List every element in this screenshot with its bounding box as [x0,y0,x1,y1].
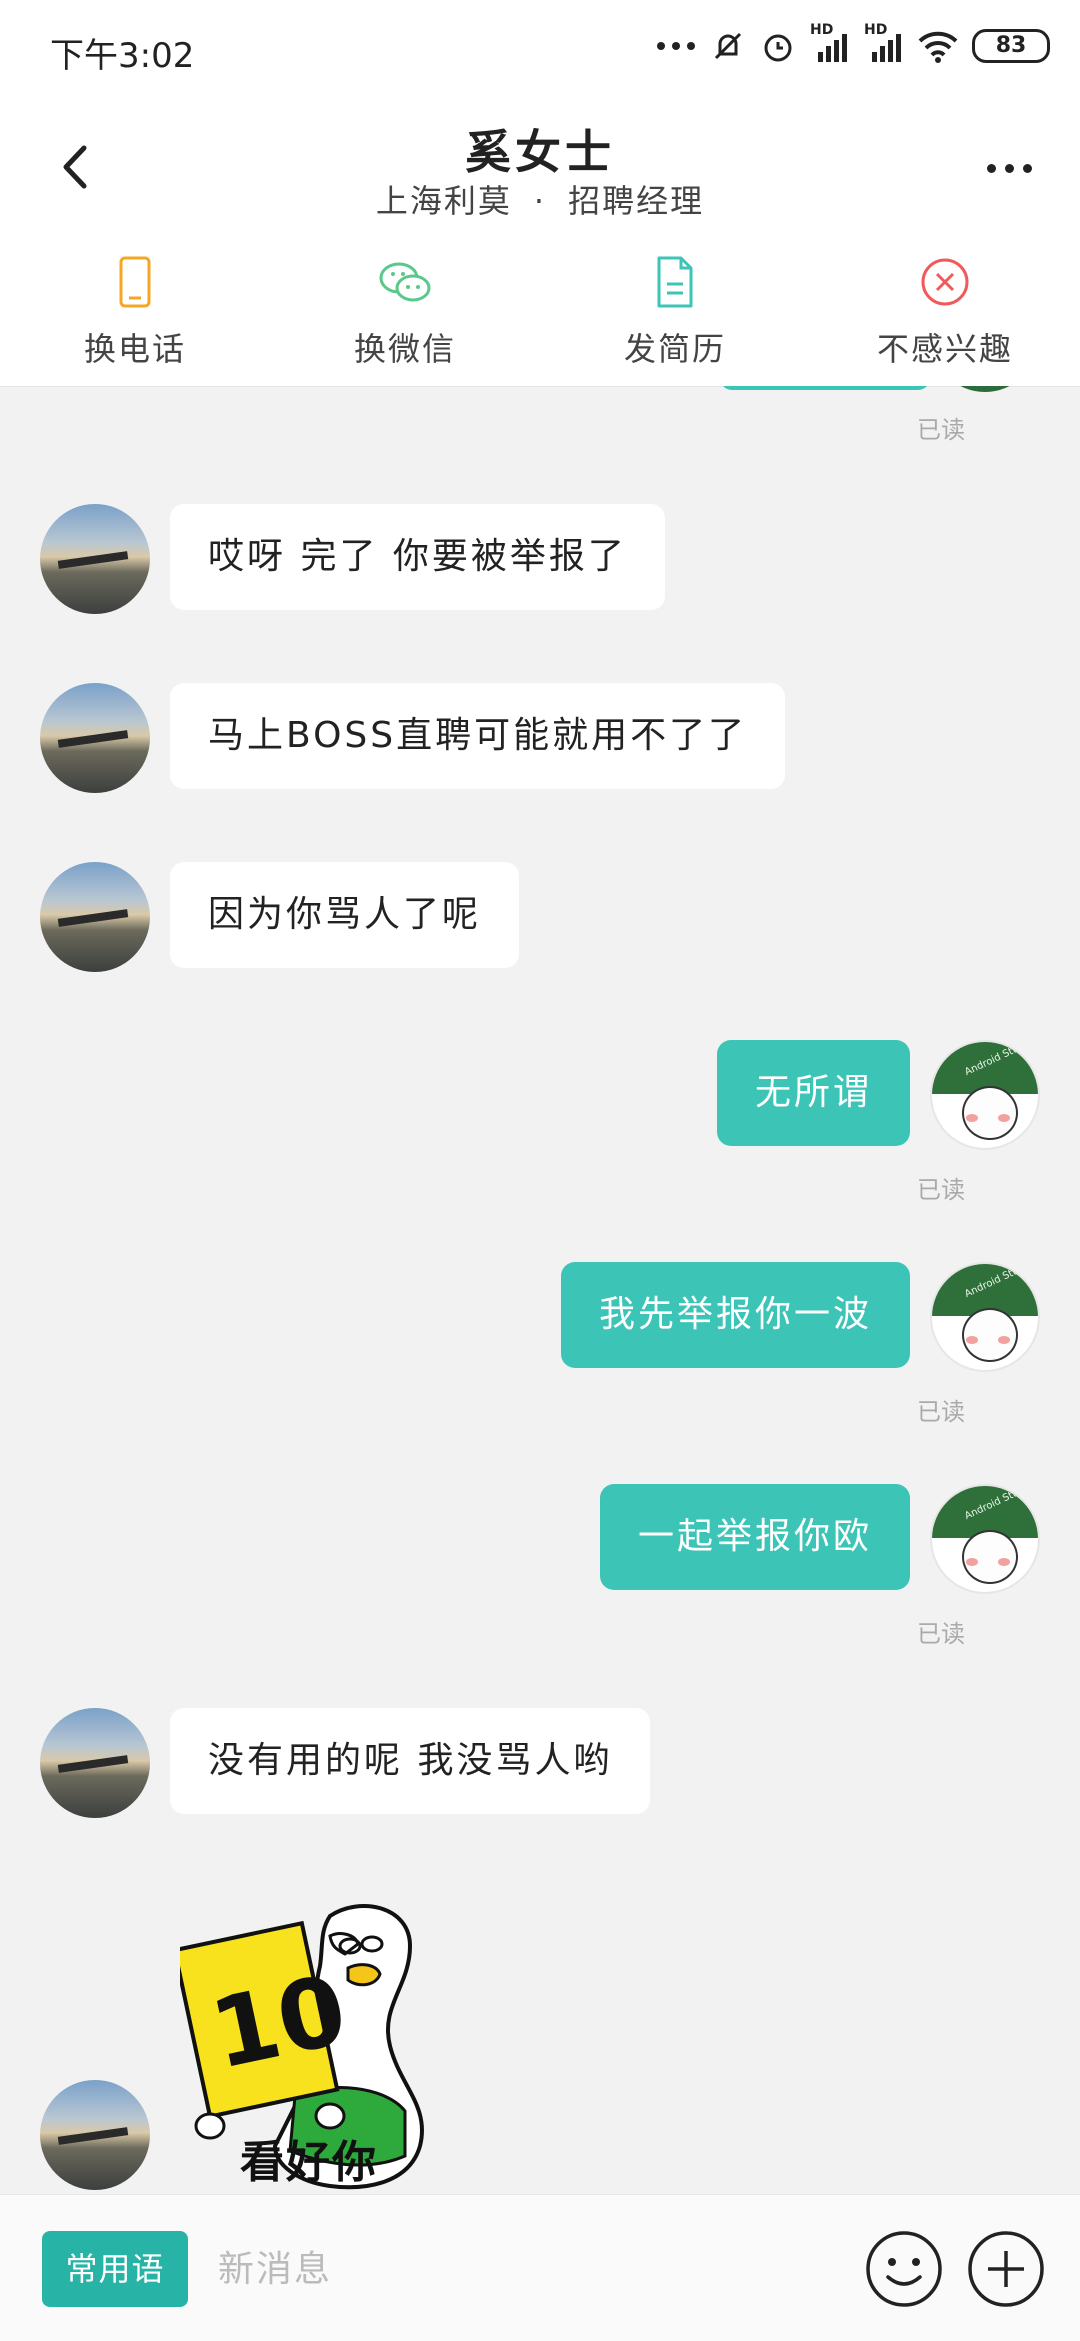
phone-icon [119,256,151,308]
exchange-phone-button[interactable]: 换电话 [0,238,270,386]
message-bubble-outgoing[interactable]: 无所谓 [716,1040,910,1146]
exchange-wechat-button[interactable]: 换微信 [270,238,540,386]
chat-messages[interactable]: 已读 哎呀 完了 你要被举报了 马上BOSS直聘可能就用不了了 因为你骂人了呢 … [0,386,1080,2194]
read-status: 已读 [917,1620,965,1648]
message-bubble-incoming[interactable]: 马上BOSS直聘可能就用不了了 [170,683,786,789]
action-label: 换电话 [83,330,186,368]
wechat-icon [379,262,431,302]
message-input-bar: 常用语 [0,2194,1080,2341]
resume-icon [657,256,693,308]
common-phrases-button[interactable]: 常用语 [42,2231,188,2307]
quick-actions-bar: 换电话 换微信 发简历 不感兴趣 [0,238,1080,387]
status-time: 下午3:02 [50,36,195,76]
contact-company: 上海利莫 [375,182,512,220]
send-resume-button[interactable]: 发简历 [540,238,810,386]
signal-1-icon: HD [810,22,850,64]
contact-avatar[interactable] [40,504,150,614]
alarm-icon [764,34,792,62]
previous-message-bubble[interactable] [720,386,930,390]
contact-name: 奚女士 [465,125,615,179]
more-notifications-icon [657,42,695,50]
self-avatar[interactable] [930,1484,1040,1594]
self-avatar[interactable] [930,1040,1040,1150]
hd2-label: HD [864,22,888,38]
mute-icon [714,32,742,60]
message-bubble-incoming[interactable]: 哎呀 完了 你要被举报了 [170,504,665,610]
self-avatar[interactable] [930,1262,1040,1372]
read-status: 已读 [917,1176,965,1204]
emoji-icon[interactable] [864,2229,944,2309]
not-interested-button[interactable]: 不感兴趣 [810,238,1080,386]
message-bubble-incoming[interactable]: 没有用的呢 我没骂人哟 [170,1708,651,1814]
plus-icon[interactable] [966,2229,1046,2309]
battery-indicator: 83 [972,29,1050,63]
contact-subtitle: 上海利莫 · 招聘经理 [0,176,1080,222]
message-bubble-outgoing[interactable]: 我先举报你一波 [560,1262,910,1368]
contact-avatar[interactable] [40,2080,150,2190]
message-bubble-outgoing[interactable]: 一起举报你欧 [599,1484,910,1590]
status-bar: 下午3:02 HD HD 83 [0,0,1080,90]
signal-2-icon: HD [864,22,904,64]
status-icons: HD HD 83 [656,22,1050,68]
chat-header: 奚女士 上海利莫 · 招聘经理 [0,90,1080,238]
read-status: 已读 [917,1398,965,1426]
contact-avatar[interactable] [40,683,150,793]
contact-avatar[interactable] [40,862,150,972]
action-label: 不感兴趣 [876,330,1013,368]
message-bubble-incoming[interactable]: 因为你骂人了呢 [170,862,520,968]
wifi-icon [918,31,958,63]
more-options-icon[interactable] [974,148,1044,188]
previous-self-avatar [932,386,1038,392]
action-label: 换微信 [353,330,456,368]
read-status: 已读 [917,416,965,444]
sticker-caption: 看好你 [240,2137,378,2188]
message-input[interactable] [218,2231,838,2307]
contact-avatar[interactable] [40,1708,150,1818]
hd1-label: HD [810,22,834,38]
action-label: 发简历 [623,330,726,368]
contact-position: 招聘经理 [568,182,705,220]
subtitle-separator: · [533,182,547,220]
not-interested-icon [921,258,969,306]
